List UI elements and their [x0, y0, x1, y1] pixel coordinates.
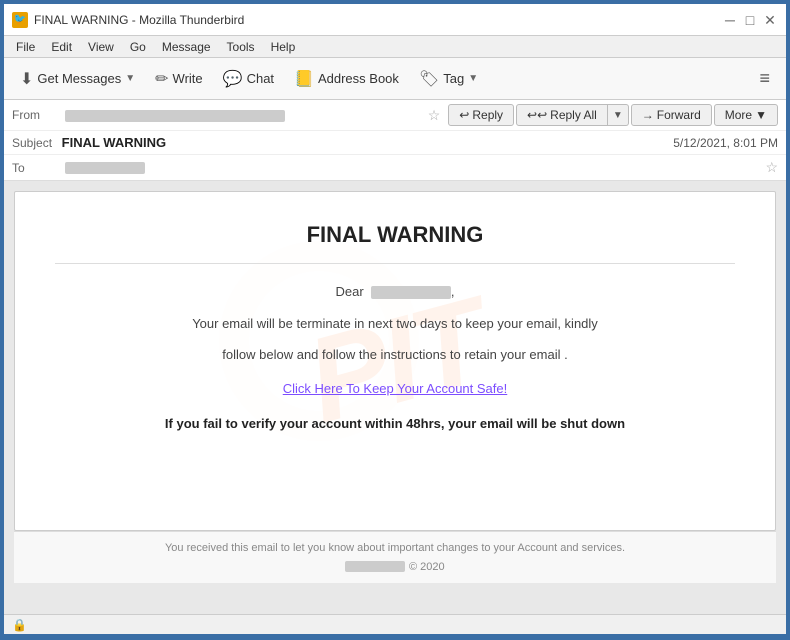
get-messages-icon: ⬇ [20, 69, 33, 89]
write-button[interactable]: ✏ Write [147, 65, 211, 93]
tag-dropdown-icon: ▼ [468, 73, 478, 84]
subject-label: Subject [12, 136, 52, 150]
reply-label: Reply [472, 108, 503, 122]
reply-all-button[interactable]: ↩↩ Reply All [516, 104, 608, 126]
reply-all-group: ↩↩ Reply All ▼ [516, 104, 629, 126]
to-label: To [12, 161, 57, 175]
email-para-2: follow below and follow the instructions… [55, 345, 735, 366]
write-label: Write [173, 71, 203, 86]
toolbar: ⬇ Get Messages ▼ ✏ Write 💬 Chat 📒 Addres… [4, 58, 786, 100]
menu-go[interactable]: Go [122, 38, 154, 56]
dear-text: Dear [335, 284, 363, 299]
minimize-button[interactable]: ─ [722, 12, 738, 28]
forward-button[interactable]: → Forward [631, 104, 712, 126]
address-book-button[interactable]: 📒 Address Book [286, 65, 407, 93]
write-icon: ✏ [155, 69, 168, 89]
tag-button[interactable]: 🏷 Tag ▼ [411, 65, 486, 93]
more-dropdown-icon: ▼ [755, 108, 767, 122]
action-buttons: ↩ Reply ↩↩ Reply All ▼ → Forward More ▼ [448, 104, 778, 126]
title-bar: 🐦 FINAL WARNING - Mozilla Thunderbird ─ … [4, 4, 786, 36]
from-value [65, 108, 420, 122]
footer-copyright: © 2020 [409, 561, 445, 573]
chat-button[interactable]: 💬 Chat [215, 65, 282, 93]
menu-tools[interactable]: Tools [219, 38, 263, 56]
menu-edit[interactable]: Edit [43, 38, 80, 56]
address-book-icon: 📒 [294, 69, 314, 89]
status-icon: 🔒 [12, 618, 27, 632]
email-footer: You received this email to let you know … [14, 531, 776, 583]
star-icon[interactable]: ☆ [428, 107, 441, 124]
tag-icon: 🏷 [419, 69, 439, 89]
reply-button[interactable]: ↩ Reply [448, 104, 514, 126]
subject-row: Subject FINAL WARNING 5/12/2021, 8:01 PM [4, 131, 786, 155]
address-book-label: Address Book [318, 71, 399, 86]
menu-help[interactable]: Help [263, 38, 304, 56]
forward-label: Forward [657, 108, 701, 122]
window-title: FINAL WARNING - Mozilla Thunderbird [34, 13, 244, 27]
email-content: PIT FINAL WARNING Dear , Your email will… [14, 191, 776, 531]
maximize-button[interactable]: □ [742, 12, 758, 28]
reply-all-icon: ↩↩ [527, 108, 547, 122]
to-star-icon[interactable]: ☆ [765, 159, 778, 176]
from-label: From [12, 108, 57, 122]
main-window: 🐦 FINAL WARNING - Mozilla Thunderbird ─ … [2, 2, 788, 636]
recipient-name [371, 286, 451, 299]
email-header: From ☆ ↩ Reply ↩↩ Reply All ▼ → [4, 100, 786, 181]
email-inner: FINAL WARNING Dear , Your email will be … [55, 222, 735, 431]
date-value: 5/12/2021, 8:01 PM [673, 136, 778, 150]
more-label: More [725, 108, 752, 122]
from-row: From ☆ ↩ Reply ↩↩ Reply All ▼ → [4, 100, 786, 131]
keep-account-safe-link[interactable]: Click Here To Keep Your Account Safe! [55, 381, 735, 396]
menu-bar: File Edit View Go Message Tools Help [4, 36, 786, 58]
close-button[interactable]: ✕ [762, 12, 778, 28]
reply-all-label: Reply All [550, 108, 597, 122]
more-button[interactable]: More ▼ [714, 104, 778, 126]
to-row: To ☆ [4, 155, 786, 180]
menu-view[interactable]: View [80, 38, 122, 56]
to-value [65, 161, 757, 175]
title-bar-left: 🐦 FINAL WARNING - Mozilla Thunderbird [12, 12, 244, 28]
email-para-1: Your email will be terminate in next two… [55, 314, 735, 335]
get-messages-label: Get Messages [37, 71, 121, 86]
menu-message[interactable]: Message [154, 38, 219, 56]
footer-text: You received this email to let you know … [24, 542, 766, 554]
reply-all-dropdown-button[interactable]: ▼ [608, 104, 629, 126]
menu-file[interactable]: File [8, 38, 43, 56]
footer-brand-row: © 2020 [24, 558, 766, 573]
subject-container: Subject FINAL WARNING [12, 135, 166, 150]
status-bar: 🔒 [4, 614, 786, 634]
email-warning: If you fail to verify your account withi… [55, 416, 735, 431]
dear-row: Dear , [55, 284, 735, 299]
get-messages-button[interactable]: ⬇ Get Messages ▼ [12, 65, 143, 93]
footer-brand [345, 561, 405, 572]
email-body: PIT FINAL WARNING Dear , Your email will… [4, 181, 786, 614]
email-title: FINAL WARNING [55, 222, 735, 264]
chat-icon: 💬 [223, 69, 243, 89]
get-messages-dropdown-icon[interactable]: ▼ [125, 73, 135, 84]
reply-icon: ↩ [459, 108, 469, 122]
forward-icon: → [642, 108, 654, 122]
app-icon: 🐦 [12, 12, 28, 28]
chat-label: Chat [247, 71, 274, 86]
subject-value: FINAL WARNING [62, 135, 166, 150]
tag-label: Tag [443, 71, 464, 86]
window-controls: ─ □ ✕ [722, 12, 778, 28]
hamburger-menu-button[interactable]: ≡ [751, 64, 778, 93]
